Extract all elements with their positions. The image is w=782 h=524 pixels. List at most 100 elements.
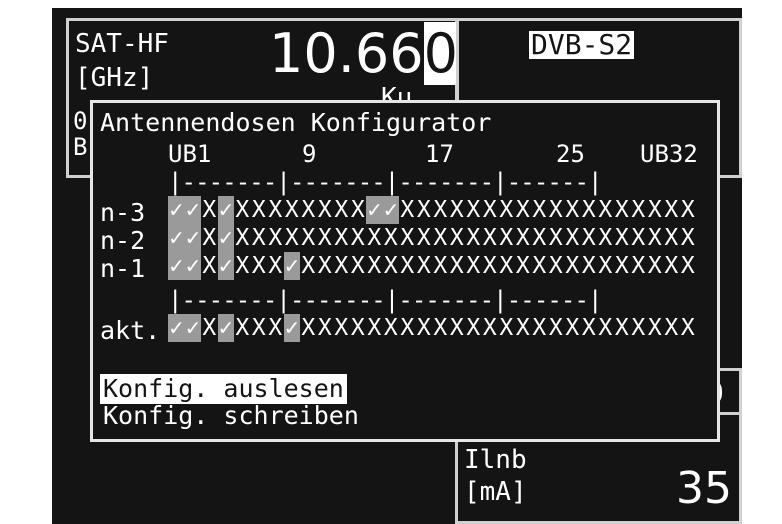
ghz-label: [GHz] bbox=[75, 63, 154, 93]
slot-cell: X bbox=[449, 253, 464, 279]
slot-cell: X bbox=[449, 225, 464, 251]
slot-cell: X bbox=[284, 197, 299, 223]
slot-cell: X bbox=[449, 315, 464, 341]
slot-cell: X bbox=[581, 225, 596, 251]
slot-cell: X bbox=[548, 253, 563, 279]
slot-cell: ✓ bbox=[168, 224, 185, 252]
slot-cell: X bbox=[433, 225, 448, 251]
slot-cell: ✓ bbox=[217, 224, 234, 252]
slot-cell: X bbox=[251, 253, 266, 279]
slot-cell: X bbox=[680, 315, 695, 341]
slot-cell: ✓ bbox=[366, 196, 383, 224]
row-label-n2: n-2 bbox=[100, 226, 146, 255]
slot-cell: X bbox=[235, 197, 250, 223]
slot-cell: X bbox=[350, 197, 365, 223]
header-ub1: UB1 bbox=[168, 140, 212, 168]
slot-cell: X bbox=[416, 197, 431, 223]
slot-cell: ✓ bbox=[283, 314, 300, 342]
slot-cell: X bbox=[680, 197, 695, 223]
slot-cell: X bbox=[334, 197, 349, 223]
slot-cell: X bbox=[631, 225, 646, 251]
slot-cell: X bbox=[334, 253, 349, 279]
sat-hf-label: SAT-HF bbox=[75, 29, 169, 59]
slot-cell: X bbox=[515, 315, 530, 341]
slot-cell: X bbox=[565, 225, 580, 251]
slot-cell: X bbox=[499, 315, 514, 341]
slot-cell: X bbox=[400, 315, 415, 341]
slot-cell: X bbox=[515, 225, 530, 251]
slot-cell: X bbox=[614, 253, 629, 279]
slot-cell: X bbox=[614, 197, 629, 223]
slot-cell: X bbox=[614, 225, 629, 251]
slot-cell: X bbox=[383, 225, 398, 251]
slot-cell: X bbox=[466, 315, 481, 341]
frequency-cursor-digit[interactable]: 0 bbox=[423, 22, 458, 85]
slot-cell: X bbox=[532, 197, 547, 223]
slot-cell: X bbox=[268, 315, 283, 341]
slot-cell: X bbox=[350, 225, 365, 251]
slot-cell: X bbox=[680, 253, 695, 279]
slot-cell: X bbox=[317, 225, 332, 251]
slot-cell: X bbox=[416, 225, 431, 251]
row-label-n1: n-1 bbox=[100, 254, 146, 283]
slot-cell: X bbox=[581, 253, 596, 279]
slot-cell: ✓ bbox=[168, 196, 185, 224]
hidden-left-1: 0 bbox=[73, 107, 88, 135]
slot-cell: X bbox=[631, 197, 646, 223]
slot-cell: X bbox=[647, 225, 662, 251]
slot-cell: X bbox=[350, 253, 365, 279]
slot-cell: X bbox=[367, 253, 382, 279]
slot-cell: X bbox=[565, 197, 580, 223]
row-label-n3: n-3 bbox=[100, 198, 146, 227]
slot-row-n1: ✓ ✓ X ✓ X X X ✓ X X X X X X X X X X X X X X X X X X X X X X X X bbox=[168, 252, 696, 280]
slot-cell: X bbox=[383, 253, 398, 279]
slot-cell: X bbox=[565, 253, 580, 279]
slot-cell: X bbox=[301, 315, 316, 341]
slot-cell: X bbox=[268, 253, 283, 279]
slot-cell: X bbox=[334, 225, 349, 251]
slot-cell: X bbox=[284, 225, 299, 251]
slot-cell: X bbox=[268, 225, 283, 251]
slot-cell: X bbox=[631, 253, 646, 279]
slot-row-n2: ✓ ✓ X ✓ X X X X X X X X X X X X X X X X X X X X X X X X X X X X bbox=[168, 224, 696, 252]
slot-cell: X bbox=[647, 315, 662, 341]
slot-cell: X bbox=[202, 225, 217, 251]
slot-cell: X bbox=[317, 253, 332, 279]
header-25: 25 bbox=[556, 140, 585, 168]
slot-cell: X bbox=[614, 315, 629, 341]
slot-cell: X bbox=[664, 315, 679, 341]
slot-cell: X bbox=[598, 315, 613, 341]
slot-cell: X bbox=[482, 315, 497, 341]
ilnb-label: Ilnb bbox=[464, 445, 527, 475]
slot-cell: X bbox=[664, 253, 679, 279]
slot-cell: ✓ bbox=[168, 314, 185, 342]
slot-cell: X bbox=[301, 225, 316, 251]
menu-read-config[interactable]: Konfig. auslesen bbox=[100, 374, 347, 404]
slot-cell: ✓ bbox=[217, 196, 234, 224]
slot-cell: X bbox=[235, 253, 250, 279]
slot-cell: X bbox=[400, 225, 415, 251]
menu-write-config[interactable]: Konfig. schreiben bbox=[100, 401, 362, 431]
slot-cell: X bbox=[548, 315, 563, 341]
slot-cell: X bbox=[383, 315, 398, 341]
slot-cell: X bbox=[565, 315, 580, 341]
slot-cell: X bbox=[581, 197, 596, 223]
slot-cell: X bbox=[251, 197, 266, 223]
slot-cell: X bbox=[482, 253, 497, 279]
slot-cell: X bbox=[548, 225, 563, 251]
separator-top: |-------|-------|-------|------| bbox=[168, 168, 602, 196]
slot-cell: X bbox=[499, 225, 514, 251]
slot-cell: X bbox=[532, 253, 547, 279]
slot-cell: X bbox=[433, 315, 448, 341]
slot-cell: X bbox=[251, 225, 266, 251]
slot-cell: ✓ bbox=[184, 314, 201, 342]
ilnb-value: 35 bbox=[676, 463, 732, 514]
slot-cell: X bbox=[515, 197, 530, 223]
slot-cell: ✓ bbox=[283, 252, 300, 280]
row-label-akt: akt. bbox=[100, 316, 161, 345]
slot-cell: X bbox=[416, 315, 431, 341]
slot-cell: ✓ bbox=[217, 252, 234, 280]
slot-cell: X bbox=[647, 253, 662, 279]
slot-cell: ✓ bbox=[217, 314, 234, 342]
slot-cell: X bbox=[317, 315, 332, 341]
